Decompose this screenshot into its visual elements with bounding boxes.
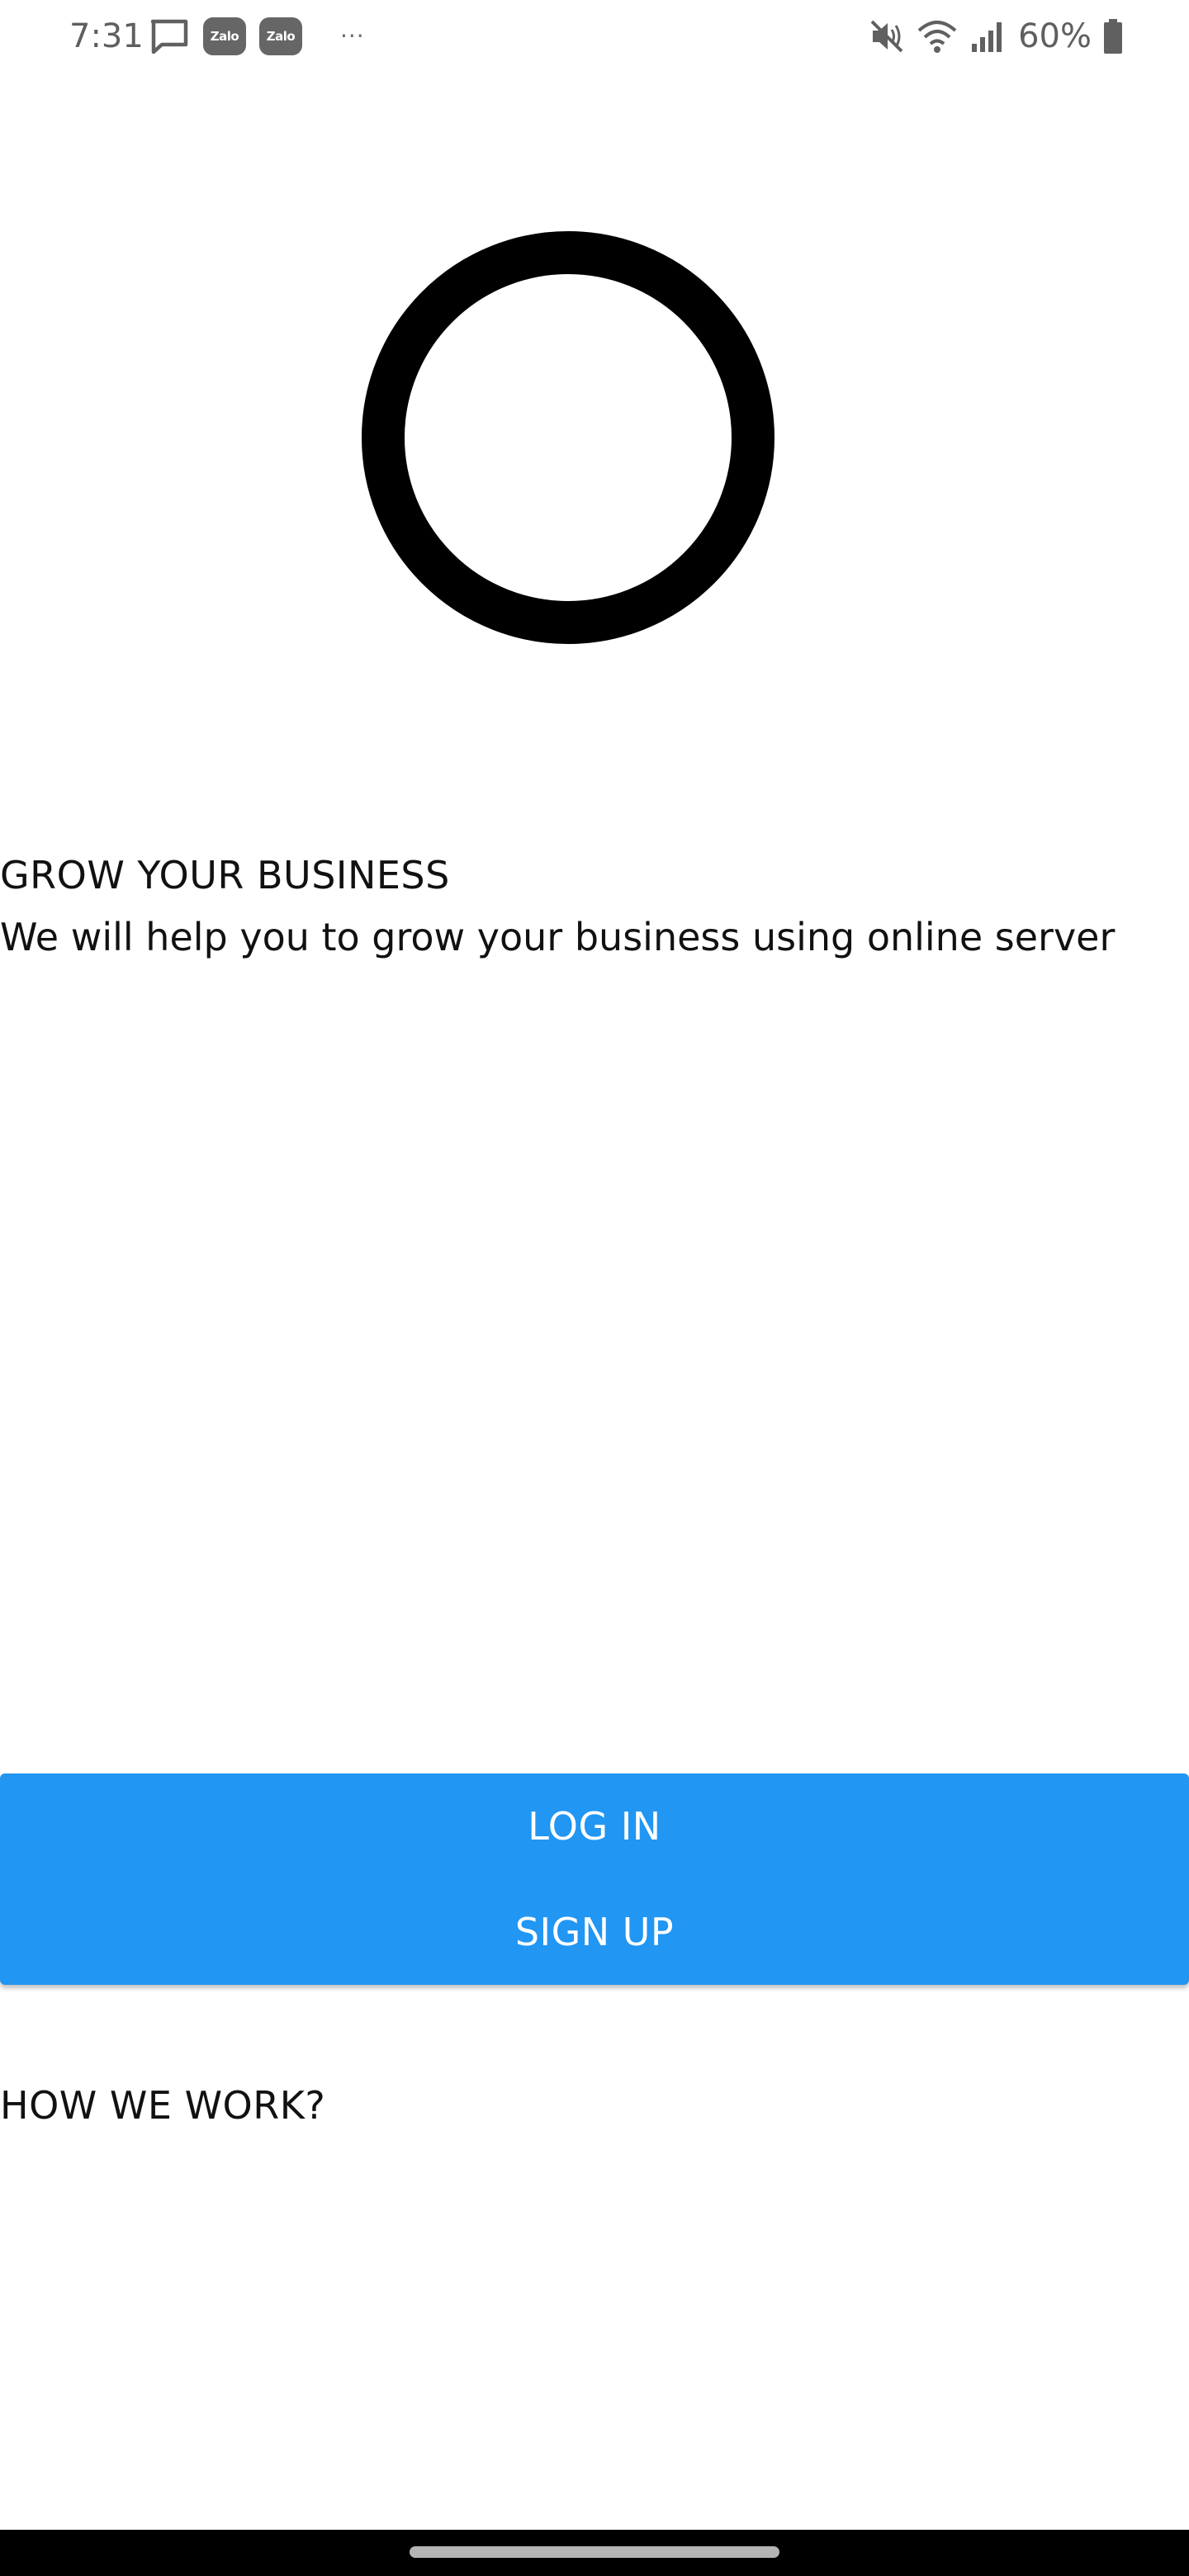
message-icon: [149, 17, 190, 55]
signup-button[interactable]: SIGN UP: [0, 1879, 1189, 1985]
system-status: 60%: [868, 17, 1125, 56]
how-we-work-title: HOW WE WORK?: [0, 2083, 326, 2128]
battery-icon: [1101, 17, 1125, 55]
navigation-bar: [0, 2530, 1189, 2576]
battery-percent: 60%: [1018, 17, 1092, 55]
app-screen: 7:31 Zalo Zalo ··· 60% GROW YOUR BUSINES…: [0, 0, 1189, 2576]
zalo-icon: Zalo: [203, 17, 246, 55]
signal-icon: [969, 17, 1008, 55]
subtitle: We will help you to grow your business u…: [0, 915, 1116, 959]
ring-logo-icon: [362, 231, 775, 644]
notification-icons: Zalo Zalo ···: [149, 17, 365, 56]
mute-icon: [868, 17, 906, 55]
login-button[interactable]: LOG IN: [0, 1773, 1189, 1879]
headline: GROW YOUR BUSINESS: [0, 853, 450, 897]
status-time: 7:31: [69, 17, 144, 55]
more-notifications-icon: ···: [340, 22, 365, 50]
zalo-icon: Zalo: [259, 17, 302, 55]
status-bar: 7:31 Zalo Zalo ··· 60%: [0, 0, 1189, 76]
wifi-icon: [916, 17, 959, 55]
home-handle[interactable]: [410, 2546, 779, 2558]
